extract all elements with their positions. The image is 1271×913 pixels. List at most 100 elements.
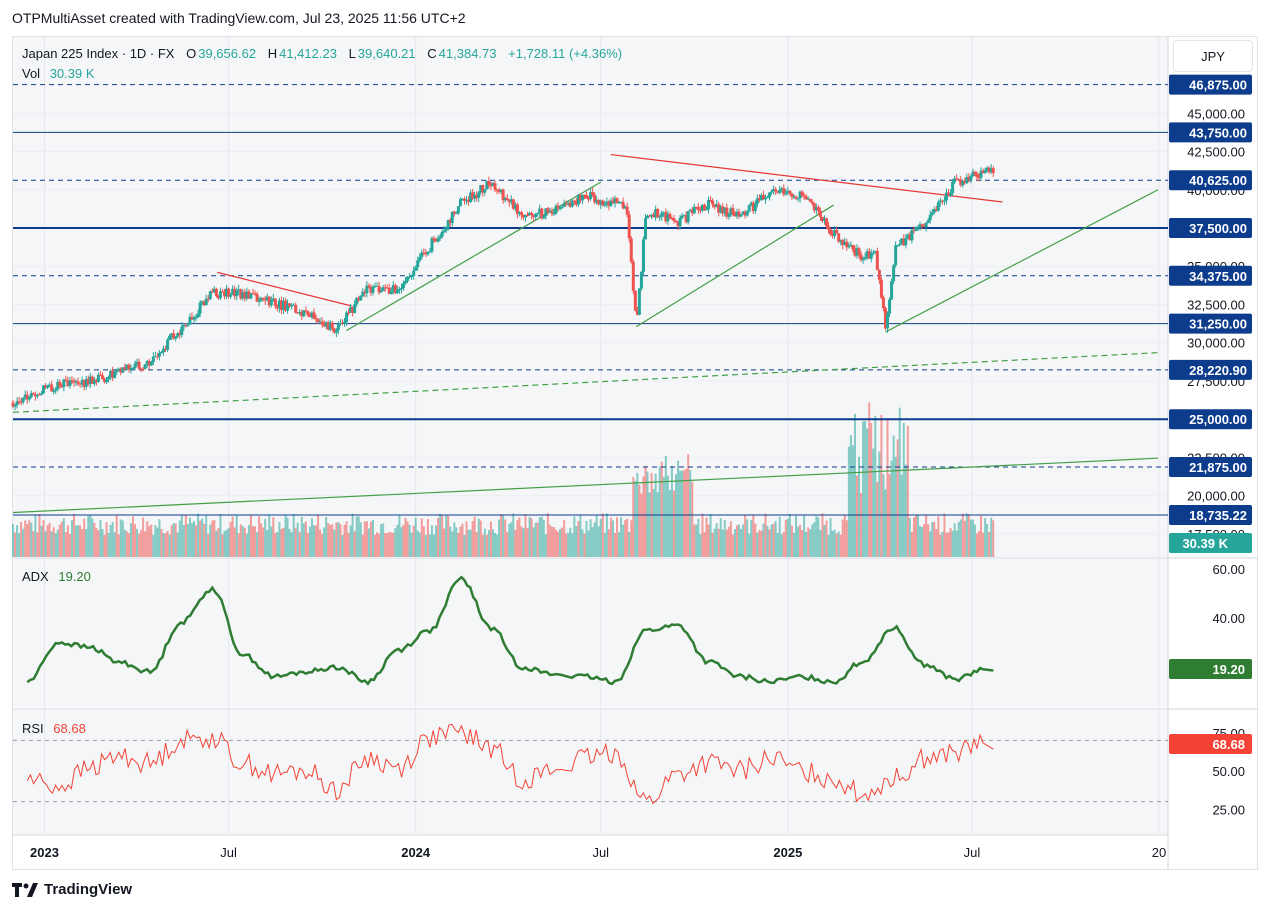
volume-bar xyxy=(426,519,429,557)
volume-bar xyxy=(268,515,271,557)
volume-bar xyxy=(249,515,252,557)
volume-bar xyxy=(345,521,348,557)
price-level-label: 25,000.00 xyxy=(1189,412,1247,427)
candle-body xyxy=(414,267,418,271)
candle-body xyxy=(560,206,564,208)
volume-bar xyxy=(571,533,574,557)
candle-body xyxy=(334,330,338,333)
volume-bar xyxy=(123,529,126,557)
volume-bar xyxy=(95,527,98,557)
candle-body xyxy=(824,218,828,227)
volume-bar xyxy=(532,527,535,557)
volume-bar xyxy=(164,533,167,557)
volume-bar xyxy=(221,534,224,557)
volume-bar xyxy=(317,515,320,557)
volume-bar xyxy=(404,517,407,557)
volume-bar xyxy=(876,481,879,557)
volume-bar xyxy=(363,521,366,557)
volume-bar xyxy=(274,533,277,557)
volume-bar xyxy=(699,534,702,557)
time-axis-label: Jul xyxy=(964,845,981,860)
candle-body xyxy=(802,195,806,197)
candle-body xyxy=(330,322,334,329)
time-axis-label: 2023 xyxy=(30,845,59,860)
volume-bar xyxy=(247,524,250,557)
volume-bar xyxy=(807,527,810,557)
volume-bar xyxy=(770,524,773,557)
volume-bar xyxy=(534,522,537,557)
volume-bar xyxy=(624,520,627,557)
candle-body xyxy=(916,226,920,228)
candle-body xyxy=(924,222,928,228)
chart-canvas[interactable]: 2023 Jul 2024 Jul 2025 Jul 20 45,000.00 42,500.0… xyxy=(0,0,1271,913)
volume-bar xyxy=(361,534,364,557)
candle-body xyxy=(643,218,647,240)
volume-bar xyxy=(597,526,600,557)
candle-body xyxy=(371,286,375,293)
candle-body xyxy=(133,363,137,368)
volume-bar xyxy=(898,407,901,557)
currency-selector[interactable]: JPY xyxy=(1173,40,1253,72)
volume-bar xyxy=(620,517,623,557)
tradingview-footer[interactable]: TradingView xyxy=(12,881,132,898)
symbol-line: Japan 225 Index · 1D · FX xyxy=(22,46,175,61)
candle-body xyxy=(857,248,861,255)
volume-bar xyxy=(256,532,259,557)
volume-bar xyxy=(548,524,551,557)
volume-bar xyxy=(44,531,47,557)
volume-bar xyxy=(304,521,307,557)
volume-bar xyxy=(947,532,950,557)
volume-bar xyxy=(77,525,80,557)
ohlc-open-label: O xyxy=(186,46,197,61)
volume-bar xyxy=(142,517,145,557)
price-axis-label: 42,500.00 xyxy=(1187,145,1245,160)
volume-bar xyxy=(870,422,873,557)
ohlc-low: 39,640.21 xyxy=(357,46,416,61)
volume-bar xyxy=(809,529,812,557)
volume-bar xyxy=(583,533,586,557)
volume-bar xyxy=(540,516,543,557)
volume-bar xyxy=(719,518,722,557)
candle-body xyxy=(54,389,58,391)
candle-body xyxy=(428,251,432,253)
volume-bar xyxy=(367,528,370,557)
volume-bar xyxy=(756,532,759,557)
volume-bar xyxy=(239,524,242,557)
volume-bar xyxy=(799,524,802,557)
volume-bar xyxy=(70,520,73,557)
candle-body xyxy=(926,220,930,223)
volume-bar xyxy=(229,521,232,557)
volume-bar xyxy=(308,526,311,557)
volume-bar xyxy=(640,493,643,557)
volume-bar xyxy=(170,525,173,557)
candle-body xyxy=(273,298,277,307)
candle-body xyxy=(731,208,735,214)
volume-bar xyxy=(992,520,995,557)
volume-bar xyxy=(97,530,100,557)
volume-bar xyxy=(56,529,59,557)
volume-bar xyxy=(195,525,198,557)
candle-body xyxy=(444,228,448,231)
volume-bar xyxy=(380,524,383,557)
volume-bar xyxy=(585,520,588,557)
volume-bar xyxy=(731,534,734,557)
candle-body xyxy=(168,335,172,340)
volume-bar xyxy=(530,518,533,557)
volume-bar xyxy=(626,518,629,557)
volume-bar xyxy=(821,513,824,557)
candle-body xyxy=(131,367,135,369)
volume-bar xyxy=(851,445,854,557)
volume-bar xyxy=(107,533,110,557)
volume-bar xyxy=(479,520,482,557)
volume-bar xyxy=(91,518,94,557)
volume-badge-label: 30.39 K xyxy=(1182,536,1228,551)
candle-body xyxy=(31,393,35,395)
volume-bar xyxy=(605,513,608,557)
candle-body xyxy=(347,312,351,314)
candle-body xyxy=(747,204,751,212)
volume-bar xyxy=(896,439,899,557)
candle-body xyxy=(983,170,987,174)
volume-bar xyxy=(125,531,128,557)
volume-bar xyxy=(862,421,865,557)
volume-bar xyxy=(853,413,856,557)
